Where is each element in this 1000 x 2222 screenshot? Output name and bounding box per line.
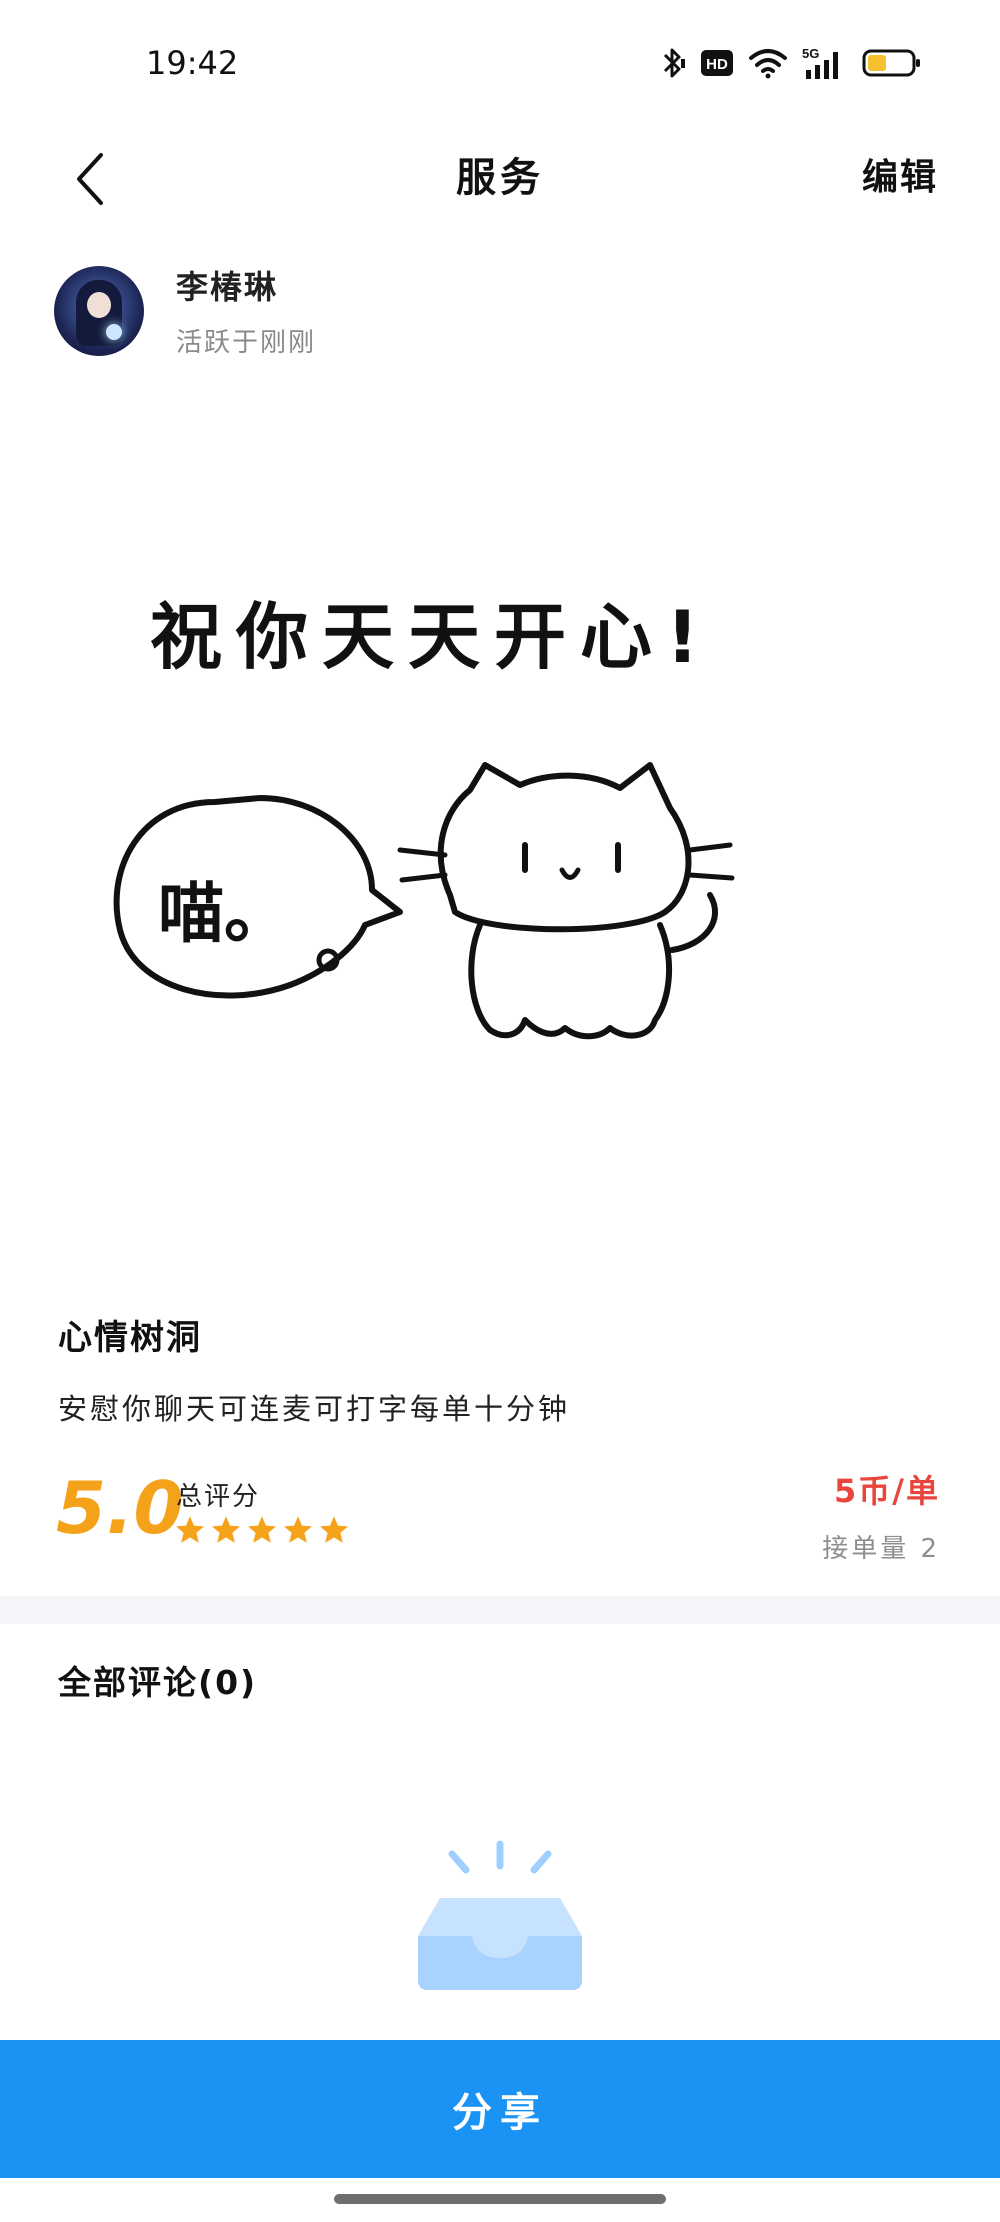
signal-5g-icon: 5G bbox=[802, 46, 848, 80]
wifi-icon bbox=[748, 47, 788, 79]
star-icon bbox=[212, 1516, 240, 1543]
edit-button[interactable]: 编辑 bbox=[862, 148, 938, 200]
bluetooth-icon bbox=[660, 46, 686, 80]
username: 李椿琳 bbox=[176, 268, 279, 306]
network-label: 5G bbox=[802, 46, 819, 61]
hd-icon: HD bbox=[700, 49, 734, 77]
section-divider bbox=[0, 1596, 1000, 1624]
star-icon bbox=[320, 1516, 348, 1543]
empty-box-icon bbox=[418, 1840, 582, 1990]
nav-bar: 服务 编辑 bbox=[0, 130, 1000, 240]
profile-header[interactable]: 李椿琳 活跃于刚刚 bbox=[54, 262, 316, 359]
status-time: 19:42 bbox=[146, 44, 239, 82]
hd-label: HD bbox=[706, 56, 728, 73]
service-description: 安慰你聊天可连麦可打字每单十分钟 bbox=[58, 1392, 571, 1426]
star-icon bbox=[176, 1516, 204, 1543]
rating-stars bbox=[174, 1514, 350, 1546]
comments-heading: 全部评论(0) bbox=[58, 1663, 258, 1702]
share-button[interactable]: 分享 bbox=[0, 2040, 1000, 2178]
service-image[interactable]: 祝你天天开心! 喵。 bbox=[110, 540, 850, 1080]
service-title: 心情树洞 bbox=[58, 1318, 202, 1358]
cat-illustration bbox=[113, 762, 735, 1040]
active-status: 活跃于刚刚 bbox=[176, 328, 317, 358]
star-icon bbox=[284, 1516, 312, 1543]
home-indicator[interactable] bbox=[334, 2194, 666, 2204]
battery-icon bbox=[862, 47, 922, 79]
status-icons: HD 5G bbox=[660, 46, 922, 80]
rating-score: 5.0 bbox=[56, 1466, 184, 1550]
rating-label: 总评分 bbox=[176, 1482, 261, 1512]
order-count: 接单量 2 bbox=[822, 1534, 940, 1564]
avatar[interactable] bbox=[54, 265, 144, 356]
page-title: 服务 bbox=[456, 155, 544, 201]
price: 5币/单 bbox=[834, 1472, 940, 1510]
star-icon bbox=[248, 1516, 276, 1543]
status-bar: 19:42 HD 5G bbox=[0, 0, 1000, 130]
bubble-text: 喵。 bbox=[158, 875, 290, 952]
